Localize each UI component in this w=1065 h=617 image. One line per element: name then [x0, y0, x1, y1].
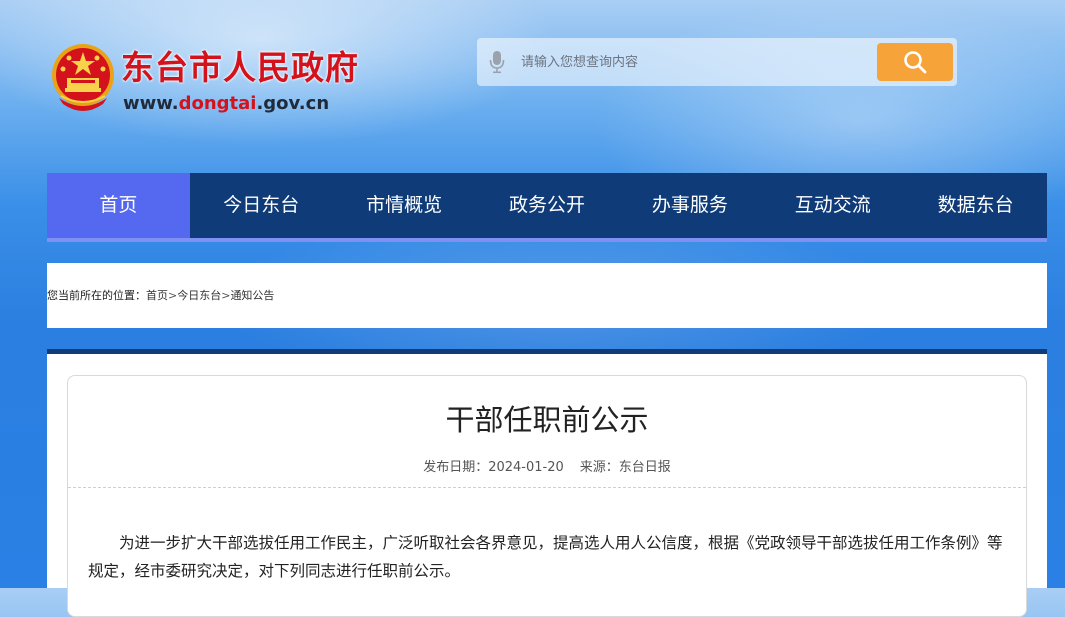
search-box: [477, 38, 957, 86]
article-title: 干部任职前公示: [445, 403, 649, 437]
site-url-accent: dongtai: [178, 93, 257, 114]
site-url-suffix: .gov.cn: [256, 93, 330, 114]
site-name[interactable]: 东台市人民政府: [121, 46, 359, 90]
microphone-icon[interactable]: [489, 50, 505, 74]
article-meta: 发布日期：2024-01-20 来源：东台日报: [68, 458, 1026, 478]
meta-divider: [68, 487, 1026, 488]
nav-item-today-dongtai[interactable]: 今日东台: [190, 173, 333, 238]
article-card: 干部任职前公示 发布日期：2024-01-20 来源：东台日报 为进一步扩大干部选…: [67, 375, 1027, 617]
nav-underline: [47, 238, 1047, 242]
breadcrumb-separator: >: [168, 289, 178, 302]
nav-item-services[interactable]: 办事服务: [618, 173, 761, 238]
breadcrumb-link-today-dongtai[interactable]: 今日东台: [177, 289, 221, 302]
search-input[interactable]: [517, 46, 875, 78]
publish-date: 2024-01-20: [488, 460, 564, 475]
date-label: 发布日期：: [423, 460, 489, 475]
nav-item-city-overview[interactable]: 市情概览: [333, 173, 476, 238]
breadcrumb-link-home[interactable]: 首页: [146, 289, 168, 302]
site-url[interactable]: www.dongtai.gov.cn: [123, 91, 329, 117]
search-icon: [904, 51, 927, 74]
nav-item-interaction[interactable]: 互动交流: [761, 173, 904, 238]
breadcrumb-prefix: 您当前所在的位置：: [47, 289, 146, 302]
article-paragraph: 为进一步扩大干部选拔任用工作民主，广泛听取社会各界意见，提高选人用人公信度，根据…: [88, 534, 1003, 580]
nav-item-home[interactable]: 首页: [47, 173, 190, 238]
nav-item-government-affairs[interactable]: 政务公开: [476, 173, 619, 238]
site-url-prefix: www.: [123, 93, 179, 114]
breadcrumb-link-notices[interactable]: 通知公告: [230, 289, 274, 302]
national-emblem-icon: [49, 42, 117, 114]
search-button[interactable]: [877, 43, 953, 81]
source-label: 来源：: [579, 460, 619, 475]
breadcrumb: 您当前所在的位置：首页>今日东台>通知公告: [47, 263, 1047, 328]
main-nav: 首页 今日东台 市情概览 政务公开 办事服务 互动交流 数据东台: [47, 173, 1047, 238]
nav-item-data-dongtai[interactable]: 数据东台: [904, 173, 1047, 238]
article-source: 东台日报: [618, 460, 671, 475]
